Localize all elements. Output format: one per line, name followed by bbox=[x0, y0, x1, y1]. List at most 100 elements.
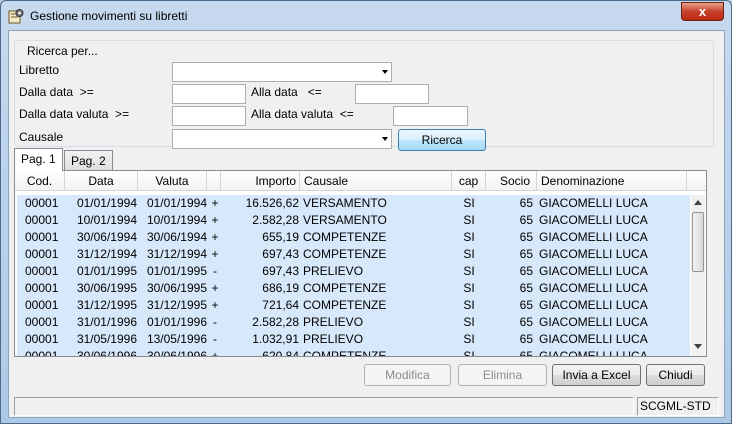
cell-sign: - bbox=[213, 264, 217, 278]
cell-valuta: 30/06/1995 bbox=[146, 281, 207, 295]
table-row[interactable]: 00001 30/06/1995 30/06/1995 +686,19 COMPETEN… bbox=[17, 280, 690, 297]
cell-importo: 620,84 bbox=[262, 349, 299, 356]
tab-pag-1[interactable]: Pag. 1 bbox=[14, 148, 63, 171]
cell-cap: SI bbox=[463, 230, 475, 244]
modifica-button[interactable]: Modifica bbox=[364, 364, 451, 386]
search-group: Ricerca per... Libretto Dalla data >= Al… bbox=[14, 40, 714, 151]
cell-valuta: 01/01/1995 bbox=[146, 264, 207, 278]
cell-cap: SI bbox=[463, 349, 475, 356]
status-pane-code: SCGML-STD bbox=[637, 397, 719, 416]
cell-cod: 00001 bbox=[25, 264, 59, 278]
cell-sign: + bbox=[211, 230, 219, 244]
cell-valuta: 31/12/1994 bbox=[146, 247, 207, 261]
scroll-thumb[interactable] bbox=[692, 212, 704, 272]
cell-denominazione: GIACOMELLI LUCA bbox=[539, 213, 648, 227]
cell-denominazione: GIACOMELLI LUCA bbox=[539, 298, 648, 312]
column-header-cap[interactable]: cap bbox=[452, 171, 486, 191]
cell-importo: 697,43 bbox=[262, 247, 299, 261]
causale-label: Causale bbox=[19, 130, 64, 144]
column-header-data[interactable]: Data bbox=[65, 171, 138, 191]
cell-causale: COMPETENZE bbox=[303, 281, 387, 295]
column-header-socio[interactable]: Socio bbox=[486, 171, 537, 191]
ricerca-button[interactable]: Ricerca bbox=[398, 129, 486, 151]
cell-sign: + bbox=[211, 196, 219, 210]
dalla-data-valuta-field[interactable] bbox=[172, 106, 246, 126]
cell-cod: 00001 bbox=[25, 315, 59, 329]
alla-data-field[interactable] bbox=[355, 84, 429, 104]
table-row[interactable]: 00001 30/06/1996 30/06/1996 +620,84 COMPETEN… bbox=[17, 348, 690, 356]
table-row[interactable]: 00001 31/01/1996 01/01/1996- 2.582,28 PRELIE… bbox=[17, 314, 690, 331]
cell-socio: 65 bbox=[519, 349, 533, 356]
cell-cod: 00001 bbox=[25, 298, 59, 312]
cell-cap: SI bbox=[463, 264, 475, 278]
cell-socio: 65 bbox=[519, 230, 533, 244]
cell-denominazione: GIACOMELLI LUCA bbox=[539, 315, 648, 329]
column-header-importo[interactable]: Importo bbox=[221, 171, 300, 191]
cell-valuta: 01/01/1994 bbox=[146, 196, 207, 210]
dalla-data-valuta-label: Dalla data valuta >= bbox=[19, 107, 130, 121]
table-row[interactable]: 00001 31/05/1996 13/05/1996- 1.032,91 PRELIE… bbox=[17, 331, 690, 348]
cell-cap: SI bbox=[463, 332, 475, 346]
cell-causale: COMPETENZE bbox=[303, 247, 387, 261]
cell-valuta: 01/01/1996 bbox=[146, 315, 207, 329]
causale-combo[interactable] bbox=[172, 129, 392, 149]
table-row[interactable]: 00001 01/01/1994 01/01/1994 +16.526,62 VERSA… bbox=[17, 195, 690, 212]
title-bar[interactable]: Gestione movimenti su libretti x bbox=[1, 1, 731, 30]
cell-sign: + bbox=[211, 281, 219, 295]
cell-cap: SI bbox=[463, 315, 475, 329]
cell-importo: 721,64 bbox=[262, 298, 299, 312]
cell-sign: + bbox=[211, 298, 219, 312]
dalla-data-field[interactable] bbox=[172, 84, 246, 104]
libretto-label: Libretto bbox=[19, 63, 60, 77]
column-header-valuta[interactable]: Valuta bbox=[138, 171, 207, 191]
table-row[interactable]: 00001 31/12/1994 31/12/1994 +697,43 COMPETEN… bbox=[17, 246, 690, 263]
cell-causale: PRELIEVO bbox=[303, 332, 364, 346]
cell-valuta: 10/01/1994 bbox=[146, 213, 207, 227]
cell-importo: 1.032,91 bbox=[252, 332, 299, 346]
cell-sign: + bbox=[211, 213, 219, 227]
close-icon: x bbox=[698, 4, 707, 19]
cell-denominazione: GIACOMELLI LUCA bbox=[539, 281, 648, 295]
table-row[interactable]: 00001 01/01/1995 01/01/1995-697,43 PRELIEVO… bbox=[17, 263, 690, 280]
cell-socio: 65 bbox=[519, 196, 533, 210]
column-header-causale[interactable]: Causale bbox=[300, 171, 452, 191]
tab-pag-2[interactable]: Pag. 2 bbox=[64, 150, 113, 172]
chevron-down-icon bbox=[382, 137, 388, 141]
cell-data: 31/12/1995 bbox=[76, 298, 137, 312]
elimina-button[interactable]: Elimina bbox=[458, 364, 547, 386]
client-area: Ricerca per... Libretto Dalla data >= Al… bbox=[8, 30, 725, 418]
libretto-combo[interactable] bbox=[172, 62, 392, 82]
cell-cod: 00001 bbox=[25, 247, 59, 261]
cell-valuta: 13/05/1996 bbox=[146, 332, 207, 346]
cell-denominazione: GIACOMELLI LUCA bbox=[539, 264, 648, 278]
cell-cod: 00001 bbox=[25, 196, 59, 210]
cell-denominazione: GIACOMELLI LUCA bbox=[539, 196, 648, 210]
scroll-down-icon[interactable] bbox=[694, 344, 702, 349]
cell-sign: + bbox=[211, 349, 219, 356]
cell-cap: SI bbox=[463, 196, 475, 210]
cell-data: 01/01/1995 bbox=[76, 264, 137, 278]
cell-causale: PRELIEVO bbox=[303, 264, 364, 278]
table-row[interactable]: 00001 10/01/1994 10/01/1994 +2.582,28 VERSAM… bbox=[17, 212, 690, 229]
grid-header: Cod. Data Valuta Importo Causale cap Soc… bbox=[15, 171, 706, 191]
cell-socio: 65 bbox=[519, 332, 533, 346]
scroll-up-icon[interactable] bbox=[694, 200, 702, 205]
table-row[interactable]: 00001 30/06/1994 30/06/1994 +655,19 COMPETEN… bbox=[17, 229, 690, 246]
column-header-cod[interactable]: Cod. bbox=[15, 171, 65, 191]
status-pane-main bbox=[14, 397, 634, 416]
chiudi-button[interactable]: Chiudi bbox=[646, 364, 705, 386]
vertical-scrollbar[interactable] bbox=[691, 195, 705, 356]
cell-importo: 16.526,62 bbox=[245, 196, 299, 210]
column-header-sign[interactable] bbox=[207, 171, 221, 191]
close-button[interactable]: x bbox=[681, 2, 724, 21]
table-row[interactable]: 00001 31/12/1995 31/12/1995 +721,64 COMPETEN… bbox=[17, 297, 690, 314]
cell-socio: 65 bbox=[519, 281, 533, 295]
alla-data-valuta-field[interactable] bbox=[393, 106, 468, 126]
cell-valuta: 30/06/1996 bbox=[146, 349, 207, 356]
cell-causale: COMPETENZE bbox=[303, 230, 387, 244]
cell-cod: 00001 bbox=[25, 281, 59, 295]
cell-sign: - bbox=[213, 332, 217, 346]
invia-excel-button[interactable]: Invia a Excel bbox=[552, 364, 641, 386]
column-header-denominazione[interactable]: Denominazione bbox=[537, 171, 687, 191]
cell-cod: 00001 bbox=[25, 332, 59, 346]
